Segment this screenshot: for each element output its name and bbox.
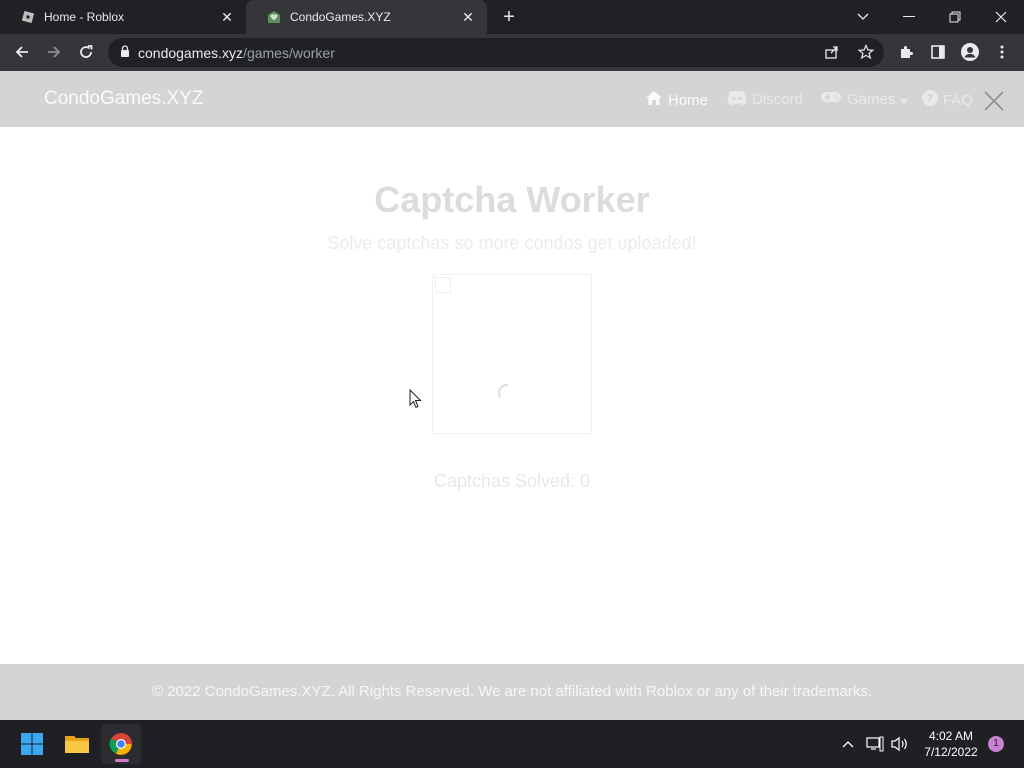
network-icon[interactable]: [865, 734, 885, 754]
page-subtitle: Solve captchas so more condos get upload…: [327, 233, 697, 253]
gamepad-icon: [820, 90, 842, 108]
new-tab-button[interactable]: +: [498, 6, 520, 28]
close-tab-icon[interactable]: ✕: [218, 8, 236, 26]
nav-discord[interactable]: Discord: [727, 90, 803, 109]
web-page: CondoGames.XYZ Home Discord Games ? FAQ …: [0, 71, 1024, 720]
system-clock[interactable]: 4:02 AM 7/12/2022: [918, 728, 984, 760]
url-path: /games/worker: [243, 44, 335, 61]
menu-icon[interactable]: [989, 39, 1015, 65]
home-icon: [645, 90, 663, 110]
site-favicon-icon: [266, 9, 282, 25]
nav-faq[interactable]: ? FAQ: [922, 90, 973, 110]
clock-date: 7/12/2022: [924, 745, 978, 759]
url-text: condogames.xyz/games/worker: [138, 45, 335, 61]
profile-icon[interactable]: [957, 39, 983, 65]
nav-label: FAQ: [943, 91, 974, 109]
nav-label: Discord: [752, 91, 803, 108]
site-footer: © 2022 CondoGames.XYZ. All Rights Reserv…: [0, 664, 1024, 720]
roblox-icon: [20, 9, 36, 25]
nav-label: Home: [668, 91, 709, 109]
page-title: Captcha Worker: [374, 179, 650, 220]
share-icon[interactable]: [824, 44, 840, 65]
windows-start-icon[interactable]: [12, 724, 52, 764]
bookmark-star-icon[interactable]: [857, 44, 875, 65]
close-window-icon[interactable]: [978, 0, 1024, 34]
notification-badge[interactable]: 1: [988, 736, 1004, 752]
discord-icon: [727, 90, 747, 109]
footer-text: © 2022 CondoGames.XYZ. All Rights Reserv…: [151, 683, 872, 700]
minimize-icon[interactable]: [886, 0, 932, 34]
svg-text:?: ?: [927, 92, 933, 105]
browser-toolbar: condogames.xyz/games/worker: [0, 34, 1024, 71]
tab-bar: Home - Roblox ✕ CondoGames.XYZ ✕ +: [0, 0, 1024, 34]
loading-spinner-icon: [497, 383, 517, 403]
nav-label: Games: [847, 90, 896, 108]
site-navbar: CondoGames.XYZ Home Discord Games ? FAQ: [0, 71, 1024, 127]
close-tab-icon[interactable]: ✕: [459, 8, 477, 26]
nav-games-dropdown[interactable]: Games: [820, 90, 909, 108]
tab-search-icon[interactable]: [840, 0, 886, 34]
chrome-taskbar-icon[interactable]: [101, 724, 141, 764]
caret-down-icon: [900, 91, 909, 108]
question-icon: ?: [922, 90, 938, 110]
reload-icon[interactable]: [73, 39, 99, 65]
tab-title: Home - Roblox: [44, 10, 125, 24]
address-bar[interactable]: condogames.xyz/games/worker: [108, 38, 884, 67]
broken-image-icon: [435, 277, 451, 293]
forward-icon[interactable]: [41, 39, 67, 65]
site-brand[interactable]: CondoGames.XYZ: [44, 88, 203, 110]
mouse-cursor-icon: [409, 388, 423, 409]
tab-title: CondoGames.XYZ: [290, 10, 391, 24]
extensions-icon[interactable]: [893, 39, 919, 65]
back-icon[interactable]: [9, 39, 35, 65]
file-explorer-icon[interactable]: [57, 724, 97, 764]
tab-condogames[interactable]: CondoGames.XYZ ✕: [246, 0, 487, 34]
volume-icon[interactable]: [890, 734, 910, 754]
clock-time: 4:02 AM: [928, 729, 974, 743]
close-icon[interactable]: [982, 89, 1006, 113]
lock-icon[interactable]: [120, 44, 130, 62]
url-host: condogames.xyz: [138, 44, 244, 61]
captchas-solved-counter: Captchas Solved: 0: [433, 471, 591, 491]
nav-home[interactable]: Home: [645, 90, 708, 110]
active-app-indicator: [115, 759, 129, 762]
taskbar: 4:02 AM 7/12/2022 1: [0, 720, 1024, 768]
captcha-frame[interactable]: [432, 274, 592, 434]
restore-icon[interactable]: [932, 0, 978, 34]
side-panel-icon[interactable]: [925, 39, 951, 65]
tab-roblox[interactable]: Home - Roblox ✕: [0, 0, 246, 34]
show-hidden-icons-chevron-icon[interactable]: [838, 734, 858, 754]
